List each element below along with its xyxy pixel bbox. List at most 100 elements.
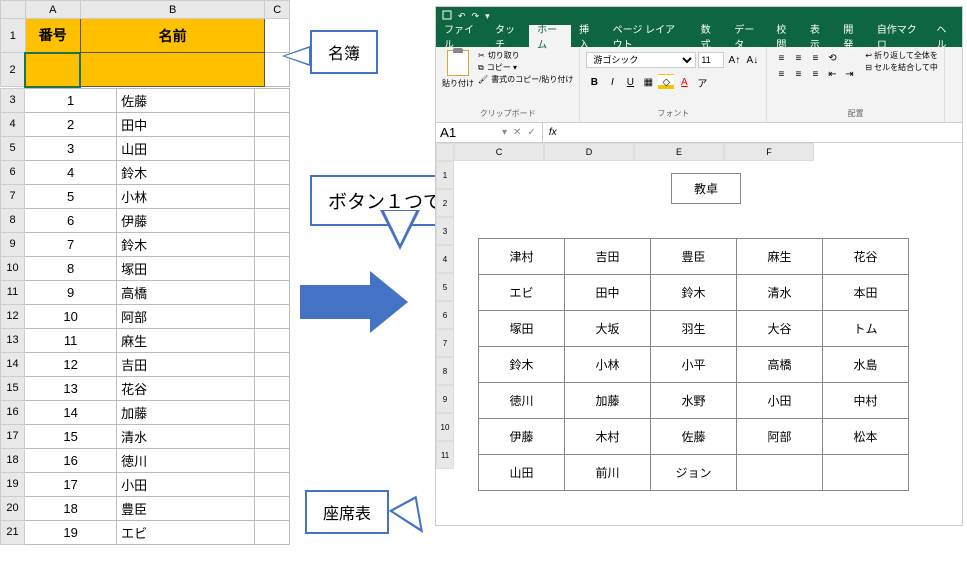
row-header[interactable]: 6 [1,160,25,184]
seat-cell[interactable]: 松本 [823,419,909,455]
seat-cell[interactable] [737,455,823,491]
align-bottom-icon[interactable]: ≡ [807,50,823,66]
row-header[interactable]: 3 [1,88,25,112]
row-header[interactable]: 8 [436,357,454,385]
align-left-icon[interactable]: ≡ [773,66,789,82]
font-name-select[interactable]: 游ゴシック [586,52,696,68]
row-header[interactable]: 4 [436,245,454,273]
name-box[interactable] [436,123,496,142]
col-header[interactable]: E [634,143,724,161]
col-header-c[interactable]: C [265,1,290,19]
seat-cell[interactable]: 大谷 [737,311,823,347]
seat-cell[interactable]: 清水 [737,275,823,311]
align-center-icon[interactable]: ≡ [790,66,806,82]
seat-cell[interactable]: 徳川 [479,383,565,419]
col-header[interactable]: C [454,143,544,161]
cell-name[interactable]: 麻生 [117,328,255,352]
fill-color-button[interactable]: ◇ [658,74,674,90]
orientation-icon[interactable]: ⟲ [824,50,840,66]
row-header[interactable]: 21 [1,520,25,544]
row-header[interactable]: 9 [1,232,25,256]
col-header[interactable] [436,143,454,161]
seat-cell[interactable]: 田中 [565,275,651,311]
cell-number[interactable]: 19 [25,520,117,544]
paste-button[interactable]: 貼り付け [442,50,474,89]
select-all-cell[interactable] [1,1,26,19]
cell-number[interactable]: 6 [25,208,117,232]
col-header[interactable]: D [544,143,634,161]
decrease-font-icon[interactable]: A↓ [744,52,760,68]
cancel-icon[interactable]: ✕ [513,127,521,138]
undo-icon[interactable]: ↶ [458,11,466,22]
row-header[interactable]: 20 [1,496,25,520]
seat-cell[interactable]: 加藤 [565,383,651,419]
align-top-icon[interactable]: ≡ [773,50,789,66]
cell-number[interactable]: 1 [25,88,117,112]
seat-cell[interactable]: ジョン [651,455,737,491]
cell-name[interactable]: エビ [117,520,255,544]
redo-icon[interactable]: ↷ [472,11,480,22]
cell-name[interactable]: 豊臣 [117,496,255,520]
font-color-button[interactable]: A [676,74,692,90]
ribbon-tab[interactable]: ホーム [529,25,571,47]
bold-button[interactable]: B [586,74,602,90]
seat-cell[interactable]: 鈴木 [479,347,565,383]
cell-name[interactable]: 塚田 [117,256,255,280]
cell-name[interactable]: 鈴木 [117,232,255,256]
cell-number[interactable]: 9 [25,280,117,304]
seat-cell[interactable]: 木村 [565,419,651,455]
seat-cell[interactable]: 花谷 [823,239,909,275]
cell-name[interactable]: 徳川 [117,448,255,472]
format-painter-button[interactable]: 🖌書式のコピー/貼り付け [478,74,573,85]
seat-cell[interactable]: 高橋 [737,347,823,383]
row-header[interactable]: 2 [436,189,454,217]
row-header[interactable]: 2 [1,53,26,87]
formula-input[interactable] [563,123,962,142]
cell-name[interactable]: 伊藤 [117,208,255,232]
seat-cell[interactable]: 前川 [565,455,651,491]
seat-cell[interactable]: エビ [479,275,565,311]
worksheet-grid[interactable]: CDEF 1234567891011 教卓 津村吉田豊臣麻生花谷エビ田中鈴木清水… [436,143,962,469]
ribbon-tab[interactable]: ファイル [436,25,487,47]
ribbon-tab[interactable]: 自作マクロ [869,25,929,47]
underline-button[interactable]: U [622,74,638,90]
seat-cell[interactable]: 吉田 [565,239,651,275]
seat-cell[interactable]: トム [823,311,909,347]
cell-name[interactable]: 田中 [117,112,255,136]
row-header[interactable]: 18 [1,448,25,472]
seat-cell[interactable]: 津村 [479,239,565,275]
row-header[interactable]: 7 [436,329,454,357]
cell-number[interactable]: 2 [25,112,117,136]
row-header[interactable]: 16 [1,400,25,424]
ribbon-tab[interactable]: 数式 [693,25,726,47]
cell-name[interactable]: 高橋 [117,280,255,304]
row-header[interactable]: 1 [1,19,26,53]
align-middle-icon[interactable]: ≡ [790,50,806,66]
seat-cell[interactable]: 小林 [565,347,651,383]
row-header[interactable]: 7 [1,184,25,208]
cell-name[interactable]: 清水 [117,424,255,448]
merge-center-button[interactable]: ⊟セルを結合して中 [865,62,937,73]
cell-number[interactable]: 7 [25,232,117,256]
cell-number[interactable]: 3 [25,136,117,160]
seat-cell[interactable]: 鈴木 [651,275,737,311]
row-header[interactable]: 10 [436,413,454,441]
seat-cell[interactable]: 小田 [737,383,823,419]
cell-number[interactable]: 5 [25,184,117,208]
seat-cell[interactable]: 山田 [479,455,565,491]
ribbon-tab[interactable]: 表示 [802,25,835,47]
cell-name[interactable]: 花谷 [117,376,255,400]
row-header[interactable]: 3 [436,217,454,245]
indent-decrease-icon[interactable]: ⇤ [824,66,840,82]
cell-name[interactable]: 吉田 [117,352,255,376]
ribbon-tab[interactable]: 開発 [835,25,868,47]
cell-number[interactable]: 10 [25,304,117,328]
header-number[interactable]: 番号 [25,19,80,53]
seat-cell[interactable]: 伊藤 [479,419,565,455]
italic-button[interactable]: I [604,74,620,90]
cell-number[interactable]: 8 [25,256,117,280]
row-header[interactable]: 9 [436,385,454,413]
ribbon-tab[interactable]: 挿入 [571,25,604,47]
ribbon-tab[interactable]: ページ レイアウト [605,25,693,47]
selected-cell-a2[interactable] [25,53,80,87]
